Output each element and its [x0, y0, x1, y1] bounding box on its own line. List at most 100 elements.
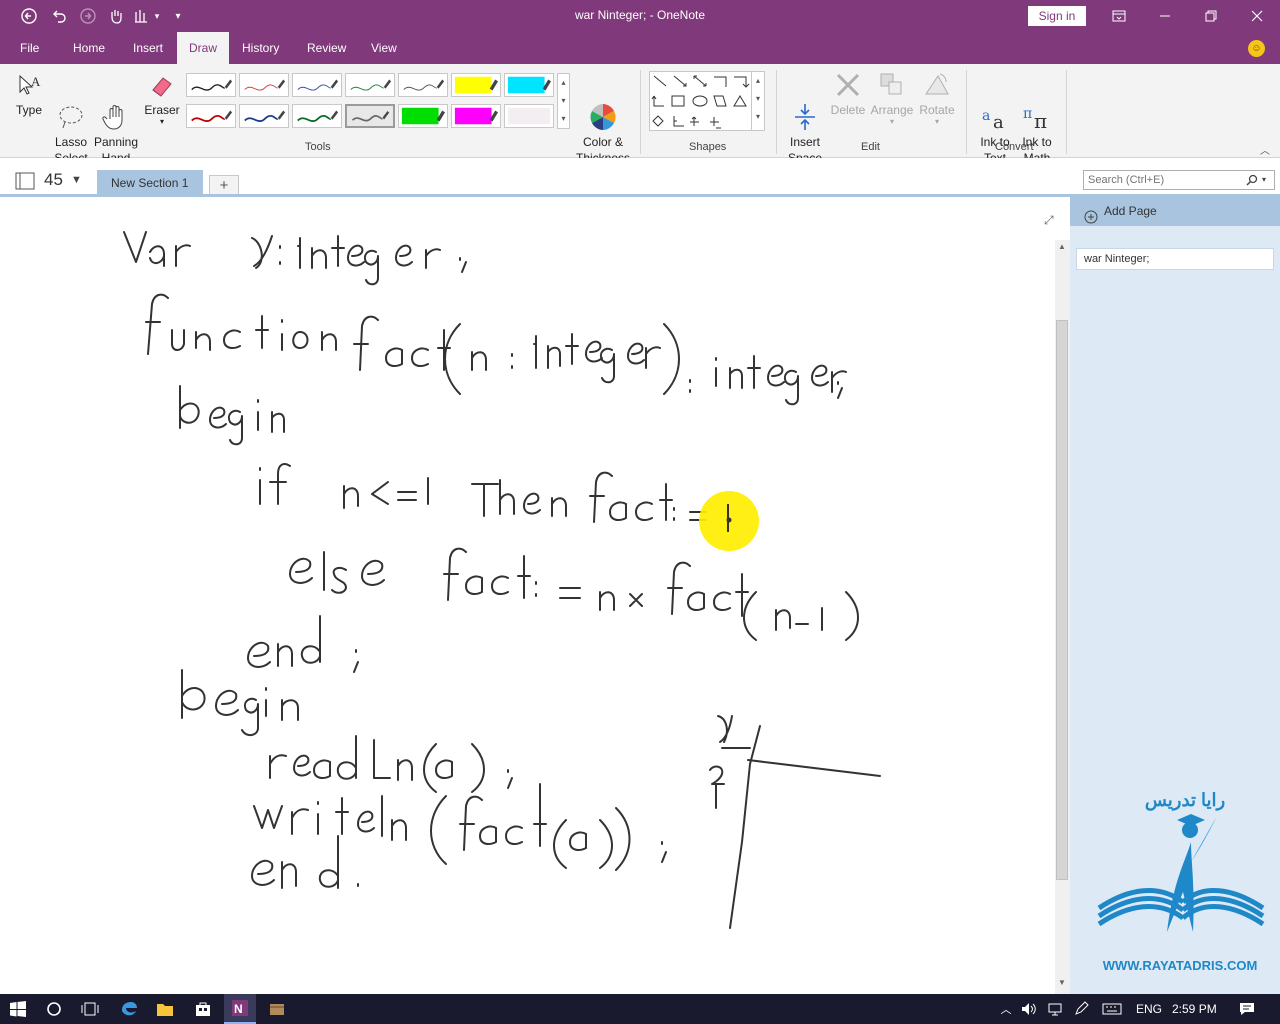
- panning-hand-button[interactable]: Panning Hand: [92, 70, 140, 166]
- ribbon-separator: [966, 70, 967, 154]
- ribbon-separator: [640, 70, 641, 154]
- shapes-gallery-scroll[interactable]: ▴ ▾ ▾: [751, 72, 764, 130]
- collapse-ribbon-icon[interactable]: ︿: [1258, 142, 1272, 157]
- add-page-label: Add Page: [1104, 204, 1157, 218]
- delete-label: Delete: [830, 103, 866, 117]
- type-label: Type: [15, 103, 42, 117]
- panning-hand-icon: [92, 86, 140, 130]
- task-view-icon[interactable]: [76, 994, 104, 1024]
- delete-x-icon: [828, 70, 868, 100]
- svg-text:π: π: [1034, 109, 1047, 132]
- page-list-item[interactable]: war Ninteger;: [1076, 248, 1274, 270]
- notebook-icon[interactable]: [14, 171, 36, 194]
- input-language[interactable]: ENG: [1136, 1002, 1162, 1016]
- rotate-icon: [916, 70, 958, 100]
- section-tab-new-section-1[interactable]: New Section 1: [97, 170, 203, 196]
- minimize-icon[interactable]: [1142, 0, 1188, 32]
- insert-space-button[interactable]: Insert Space: [784, 70, 826, 166]
- group-label-edit: Edit: [861, 141, 880, 153]
- touch-keyboard-icon[interactable]: [1098, 994, 1126, 1024]
- pen-ink-workspace-icon[interactable]: [1070, 994, 1092, 1024]
- handwritten-ink: [123, 231, 881, 929]
- watermark-logo: [1097, 814, 1265, 932]
- scroll-down-icon[interactable]: ▼: [1056, 978, 1068, 990]
- search-scope-dropdown-icon[interactable]: ▾: [1262, 175, 1266, 184]
- type-cursor-icon: A: [10, 70, 48, 100]
- add-section-button[interactable]: +: [209, 175, 239, 196]
- eraser-icon: [142, 70, 182, 100]
- ribbon-separator: [1066, 70, 1067, 154]
- svg-text:N: N: [234, 1002, 243, 1016]
- pen-gray-selected[interactable]: [345, 104, 395, 128]
- tab-history[interactable]: History: [238, 32, 283, 64]
- pen-green[interactable]: [292, 104, 342, 128]
- highlighter-yellow[interactable]: [451, 73, 501, 97]
- lasso-select-button[interactable]: Lasso Select: [52, 70, 90, 166]
- tab-file[interactable]: File: [16, 32, 43, 64]
- sign-in-button[interactable]: Sign in: [1028, 6, 1086, 26]
- lasso-icon: [52, 86, 90, 129]
- feedback-smiley-icon[interactable]: ☺: [1248, 40, 1265, 57]
- ribbon-tabs: File Home Insert Draw History Review Vie…: [0, 32, 1280, 64]
- pen-red[interactable]: [186, 104, 236, 128]
- pen-green-thin[interactable]: [345, 73, 395, 97]
- highlighter-cyan[interactable]: [504, 73, 554, 97]
- ribbon: A Type Lasso Select Panning Hand Eraser …: [0, 64, 1280, 165]
- ribbon-display-icon[interactable]: [1096, 0, 1142, 32]
- cortana-icon[interactable]: [40, 994, 68, 1024]
- pen-blue[interactable]: [239, 104, 289, 128]
- arrange-dropdown-icon: ▾: [889, 117, 894, 126]
- pen-blue-thin[interactable]: [292, 73, 342, 97]
- store-icon[interactable]: [188, 994, 218, 1024]
- pen-empty-slot[interactable]: [504, 104, 554, 128]
- tab-draw[interactable]: Draw: [177, 32, 230, 64]
- rotate-dropdown-icon: ▾: [934, 117, 939, 126]
- add-circle-icon: [1084, 203, 1098, 237]
- color-wheel-icon: [574, 86, 632, 130]
- delete-button[interactable]: Delete: [828, 70, 868, 118]
- show-hidden-icons[interactable]: ︿: [996, 994, 1016, 1024]
- tab-insert[interactable]: Insert: [129, 32, 167, 64]
- network-icon[interactable]: [1044, 994, 1066, 1024]
- tab-review[interactable]: Review: [303, 32, 350, 64]
- scroll-up-icon[interactable]: ▲: [1056, 242, 1068, 254]
- window-title: war Ninteger; - OneNote: [574, 8, 706, 22]
- ink-to-text-icon: aa: [974, 86, 1016, 133]
- app-taskbar-icon[interactable]: [262, 994, 292, 1024]
- pen-gallery-scroll[interactable]: ▴ ▾ ▾: [557, 73, 570, 129]
- eraser-label: Eraser: [144, 103, 180, 117]
- taskbar: N ︿ ENG 2:59 PM: [0, 994, 1280, 1024]
- tab-view[interactable]: View: [367, 32, 401, 64]
- highlighter-green[interactable]: [398, 104, 448, 128]
- close-icon[interactable]: [1234, 0, 1280, 32]
- pen-gray-thin[interactable]: [398, 73, 448, 97]
- notebook-dropdown-icon[interactable]: ▼: [71, 174, 82, 186]
- color-thickness-button[interactable]: Color & Thickness: [574, 70, 632, 166]
- action-center-icon[interactable]: [1236, 994, 1258, 1024]
- group-label-shapes: Shapes: [689, 141, 727, 153]
- volume-icon[interactable]: [1018, 994, 1040, 1024]
- highlighter-magenta[interactable]: [451, 104, 501, 128]
- eraser-dropdown-icon[interactable]: ▾: [142, 118, 182, 126]
- eraser-button[interactable]: Eraser ▾: [142, 70, 182, 126]
- search-icon[interactable]: [1246, 174, 1258, 189]
- onenote-taskbar-icon[interactable]: N: [224, 994, 256, 1024]
- scrollbar-thumb[interactable]: [1056, 320, 1068, 880]
- pen-red-thin[interactable]: [239, 73, 289, 97]
- pen-black[interactable]: [186, 73, 236, 97]
- page-canvas[interactable]: ⤢: [0, 197, 1055, 994]
- svg-text:a: a: [982, 108, 990, 124]
- shapes-gallery[interactable]: ▴ ▾ ▾: [649, 71, 765, 131]
- arrange-label: Arrange: [870, 103, 914, 117]
- arrange-button[interactable]: Arrange ▾: [869, 70, 915, 126]
- tab-home[interactable]: Home: [69, 32, 109, 64]
- rotate-button[interactable]: Rotate ▾: [916, 70, 958, 126]
- type-button[interactable]: A Type: [10, 70, 48, 118]
- watermark-name: رایا تدریس: [1144, 790, 1226, 810]
- edge-icon[interactable]: [114, 994, 144, 1024]
- windows-start-icon[interactable]: [4, 994, 32, 1024]
- clock[interactable]: 2:59 PM: [1172, 1002, 1217, 1016]
- restore-icon[interactable]: [1188, 0, 1234, 32]
- add-page-button[interactable]: Add Page: [1070, 194, 1280, 226]
- file-explorer-icon[interactable]: [150, 994, 180, 1024]
